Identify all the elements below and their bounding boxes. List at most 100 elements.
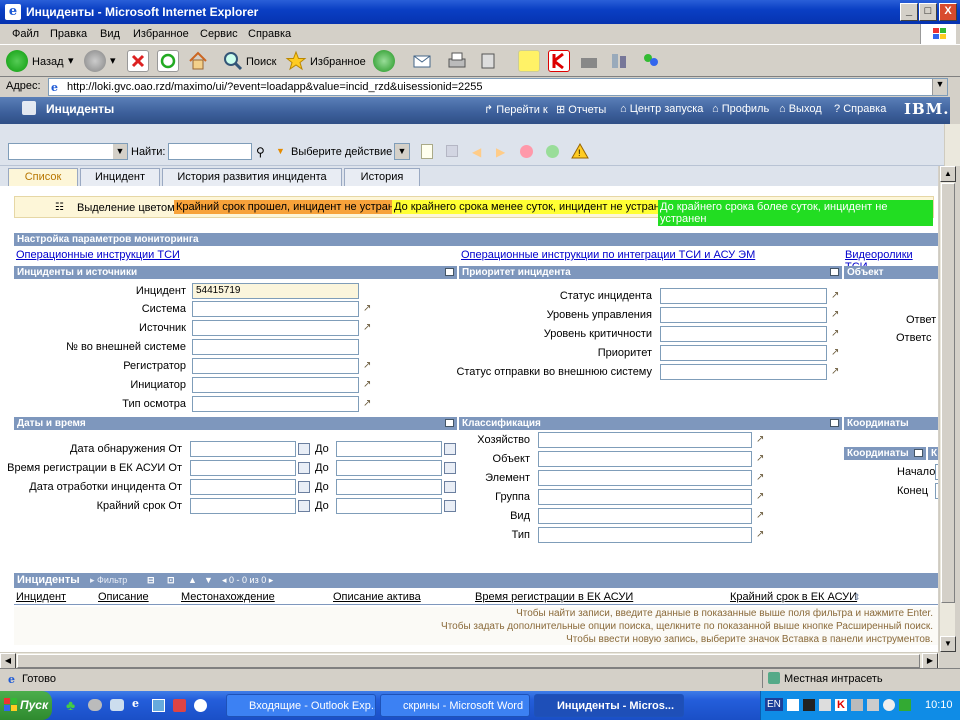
priority-header[interactable]: Приоритет инцидента: [459, 266, 842, 279]
tab-incident-history[interactable]: История развития инцидента: [162, 168, 342, 186]
menu-help[interactable]: Справка: [248, 28, 291, 40]
left-field-input[interactable]: [192, 320, 359, 336]
tray-icon-4[interactable]: [851, 699, 863, 711]
tray-icon-5[interactable]: [867, 699, 879, 711]
collapse-icon[interactable]: [445, 268, 454, 276]
calendar-icon[interactable]: [298, 500, 310, 512]
task-word[interactable]: скрины - Microsoft Word: [380, 694, 530, 717]
messenger-icon[interactable]: [640, 50, 662, 72]
menu-edit[interactable]: Правка: [50, 28, 87, 40]
tab-incident[interactable]: Инцидент: [80, 168, 160, 186]
left-field-input[interactable]: [192, 396, 359, 412]
object-header[interactable]: Объект: [844, 266, 938, 279]
address-dropdown-icon[interactable]: ▼: [932, 79, 947, 95]
lookup-arrow-icon[interactable]: ↗: [363, 304, 373, 314]
media-icon[interactable]: [373, 50, 395, 72]
left-field-input[interactable]: 54415719: [192, 283, 359, 299]
priority-field-input[interactable]: [660, 288, 827, 304]
date-to-field[interactable]: [336, 460, 442, 476]
collapse-icon[interactable]: [830, 419, 839, 427]
tsi-instructions-link[interactable]: Операционные инструкции ТСИ: [16, 249, 180, 261]
date-to-field[interactable]: [336, 498, 442, 514]
collapse-icon[interactable]: [445, 419, 454, 427]
window-title-bar[interactable]: e Инциденты - Microsoft Internet Explore…: [0, 0, 960, 24]
left-field-input[interactable]: [192, 358, 359, 374]
lookup-arrow-icon[interactable]: ↗: [756, 492, 766, 502]
calendar-icon[interactable]: [444, 481, 456, 493]
search-button-label[interactable]: Поиск: [246, 56, 276, 68]
address-input[interactable]: e http://loki.gvc.oao.rzd/maximo/ui/?eve…: [48, 78, 948, 96]
filter-button[interactable]: ▸ Фильтр: [90, 575, 127, 586]
query-select[interactable]: ▼: [8, 143, 128, 160]
research-icon[interactable]: [578, 50, 600, 72]
query-dropdown-icon[interactable]: ▼: [113, 144, 127, 159]
tray-icon-6[interactable]: [883, 699, 895, 711]
collapse-icon[interactable]: [914, 449, 923, 457]
lookup-arrow-icon[interactable]: ↗: [363, 323, 373, 333]
calendar-icon[interactable]: [298, 481, 310, 493]
profile-link[interactable]: ⌂ Профиль: [712, 103, 769, 115]
lookup-arrow-icon[interactable]: ↗: [831, 348, 841, 358]
table-column-header[interactable]: Время регистрации в ЕК АСУИ: [475, 591, 633, 603]
next-record-icon[interactable]: ▶: [496, 145, 505, 159]
back-dropdown-icon[interactable]: ▾: [68, 54, 74, 67]
tray-icon-7[interactable]: [899, 699, 911, 711]
quicklaunch-icon-3[interactable]: [152, 699, 165, 712]
menu-view[interactable]: Вид: [100, 28, 120, 40]
scroll-up-icon[interactable]: ▲: [940, 166, 956, 182]
coords-subheader[interactable]: Координаты: [844, 447, 926, 460]
left-field-input[interactable]: [192, 339, 359, 355]
approve-icon[interactable]: [546, 145, 559, 158]
lookup-arrow-icon[interactable]: ↗: [756, 473, 766, 483]
dates-header[interactable]: Даты и время: [14, 417, 457, 430]
classification-header[interactable]: Классификация: [459, 417, 842, 430]
classification-field[interactable]: [538, 432, 752, 448]
scroll-down-icon[interactable]: ▼: [940, 636, 956, 652]
back-arrow-icon[interactable]: [6, 50, 28, 72]
calendar-icon[interactable]: [298, 443, 310, 455]
back-button-label[interactable]: Назад: [32, 56, 64, 68]
binoculars-icon[interactable]: ⚲: [256, 145, 265, 159]
tray-icon-1[interactable]: [787, 699, 799, 711]
table-column-header[interactable]: Описание: [98, 591, 149, 603]
print-icon[interactable]: [446, 50, 468, 72]
table-column-header[interactable]: Крайний срок в ЕК АСУИ: [730, 591, 857, 603]
quicklaunch-icon-4[interactable]: [173, 699, 186, 712]
incidents-sources-header[interactable]: Инциденты и источники: [14, 266, 457, 279]
action-dropdown-icon[interactable]: ▼: [394, 143, 410, 160]
up-arrow-icon[interactable]: ▲: [188, 575, 197, 585]
tray-icon-3[interactable]: [819, 699, 831, 711]
tree-icon[interactable]: ♣: [66, 697, 75, 713]
ie-quicklaunch-icon[interactable]: e: [132, 697, 139, 710]
scroll-right-icon[interactable]: ▶: [922, 653, 938, 669]
collapse-icon[interactable]: [830, 268, 839, 276]
tray-icon-2[interactable]: [803, 699, 815, 711]
hscroll-thumb[interactable]: [17, 654, 920, 668]
kaspersky-tray-icon[interactable]: K: [835, 699, 847, 711]
page-horizontal-scrollbar[interactable]: ◀ ▶: [0, 652, 939, 669]
start-center-link[interactable]: ⌂ Центр запуска: [620, 103, 703, 115]
coords-header[interactable]: Координаты: [844, 417, 938, 430]
calendar-icon[interactable]: [444, 462, 456, 474]
priority-field-input[interactable]: [660, 364, 827, 380]
table-column-header[interactable]: Местонахождение: [181, 591, 275, 603]
download-icon[interactable]: ⊟: [147, 575, 155, 586]
classification-field[interactable]: [538, 489, 752, 505]
quicklaunch-icon-2[interactable]: [110, 699, 124, 711]
edit-page-icon[interactable]: [478, 50, 500, 72]
date-from-field[interactable]: [190, 498, 296, 514]
page-vertical-scrollbar[interactable]: ▲ ▼: [939, 166, 956, 652]
delete-icon[interactable]: [520, 145, 533, 158]
scroll-thumb[interactable]: [941, 183, 955, 603]
home-icon[interactable]: [187, 50, 209, 72]
menu-favorites[interactable]: Избранное: [133, 28, 189, 40]
stop-icon[interactable]: [127, 50, 149, 72]
forward-arrow-icon[interactable]: [84, 50, 106, 72]
integration-instructions-link[interactable]: Операционные инструкции по интеграции ТС…: [461, 249, 755, 261]
search-icon[interactable]: [222, 50, 244, 72]
forward-dropdown-icon[interactable]: ▾: [110, 54, 116, 67]
kaspersky-icon[interactable]: [548, 50, 570, 72]
quicklaunch-icon-1[interactable]: [88, 699, 102, 711]
tab-list[interactable]: Список: [8, 168, 78, 186]
table-settings-icon[interactable]: ⊡: [167, 575, 175, 586]
